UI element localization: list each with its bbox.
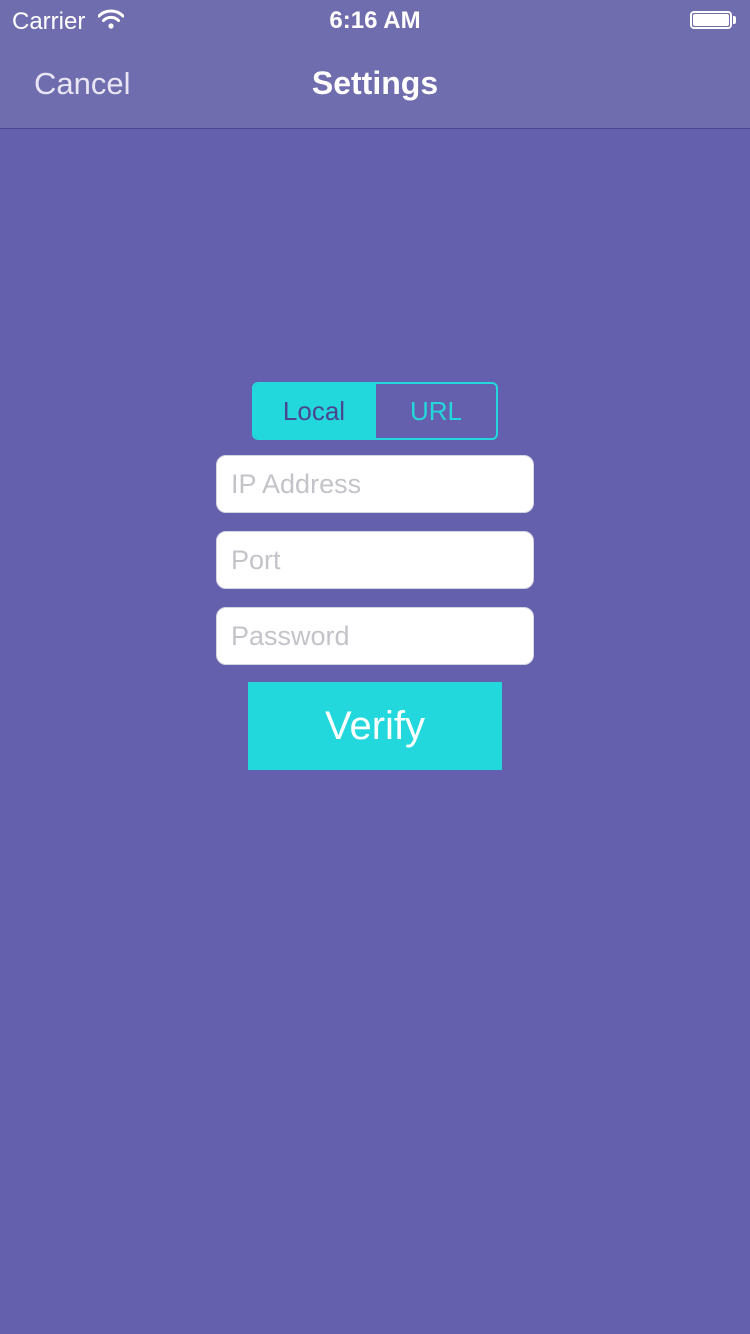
port-input[interactable]	[216, 531, 534, 589]
battery-icon	[690, 11, 736, 29]
status-bar: Carrier 6:16 AM	[0, 0, 750, 40]
connection-type-selector: Local URL	[252, 382, 498, 440]
page-title: Settings	[311, 65, 439, 101]
status-time: 6:16 AM	[329, 7, 421, 34]
verify-button[interactable]: Verify	[248, 682, 502, 770]
segment-local[interactable]: Local	[254, 384, 374, 438]
segment-url[interactable]: URL	[374, 384, 496, 438]
ip-address-input[interactable]	[216, 455, 534, 513]
password-input[interactable]	[216, 607, 534, 665]
